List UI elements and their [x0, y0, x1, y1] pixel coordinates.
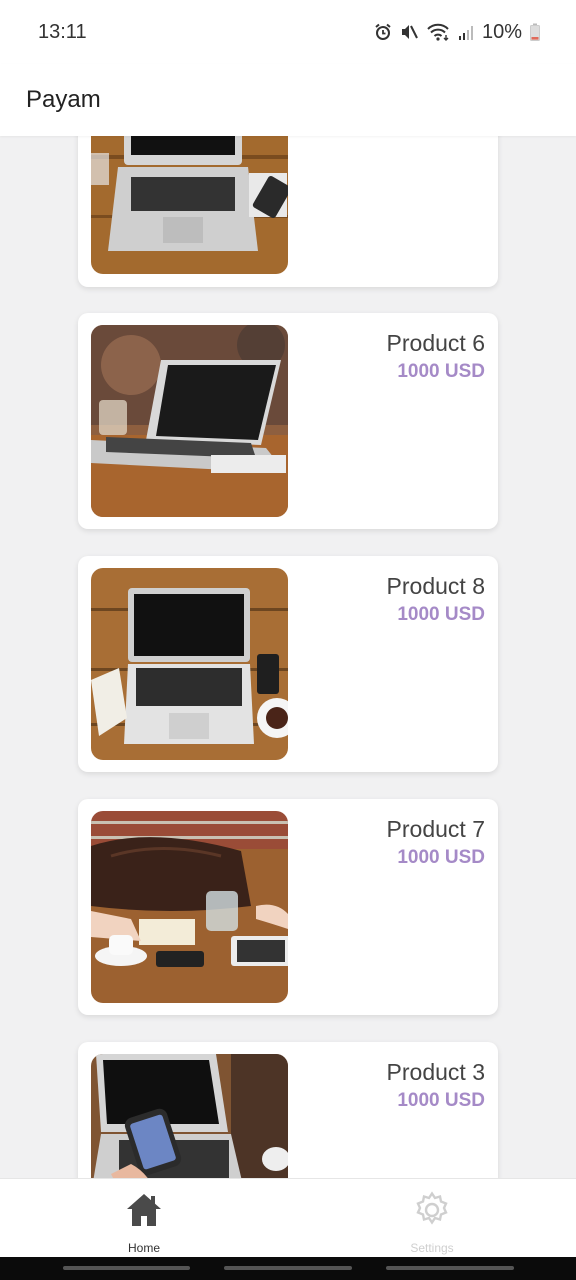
product-card[interactable]: Product 3 1000 USD — [78, 1042, 498, 1178]
product-price: 1000 USD — [397, 604, 485, 625]
product-image — [91, 136, 288, 274]
bottom-navigation: Home Settings — [0, 1178, 576, 1257]
back-button[interactable] — [386, 1266, 514, 1270]
product-price: 1000 USD — [397, 1090, 485, 1111]
app-title: Payam — [26, 86, 101, 113]
product-name: Product 3 — [386, 1059, 485, 1085]
product-list[interactable]: Product 6 1000 USD Product 8 1000 USD Pr… — [0, 136, 576, 1178]
home-gesture-bar[interactable] — [224, 1266, 352, 1270]
product-price: 1000 USD — [397, 847, 485, 868]
nav-label-settings: Settings — [410, 1241, 454, 1255]
product-card[interactable]: Product 8 1000 USD — [78, 556, 498, 772]
status-bar: 13:11 10% — [0, 0, 576, 64]
product-name: Product 6 — [386, 330, 485, 356]
product-name: Product 8 — [386, 573, 485, 599]
product-image — [91, 1054, 288, 1178]
product-image — [91, 325, 288, 517]
battery-percent: 10% — [481, 20, 522, 43]
status-time: 13:11 — [38, 20, 87, 43]
product-image — [91, 568, 288, 760]
product-image — [91, 811, 288, 1003]
product-card[interactable]: Product 7 1000 USD — [78, 799, 498, 1015]
status-icons: 10% — [374, 21, 540, 44]
signal-icon — [458, 23, 474, 41]
product-card[interactable] — [78, 136, 498, 287]
wifi-icon — [426, 23, 450, 41]
nav-label-home: Home — [127, 1241, 160, 1255]
product-price: 1000 USD — [397, 361, 485, 382]
system-navigation-bar — [0, 1256, 576, 1280]
battery-icon — [530, 23, 540, 41]
recents-button[interactable] — [63, 1266, 190, 1270]
nav-item-settings[interactable]: Settings — [288, 1179, 576, 1257]
nav-item-home[interactable]: Home — [0, 1179, 288, 1257]
product-name: Product 7 — [386, 816, 485, 842]
product-card[interactable]: Product 6 1000 USD — [78, 313, 498, 529]
app-bar: Payam — [0, 64, 576, 136]
alarm-icon — [374, 23, 392, 41]
mute-icon — [400, 23, 418, 41]
